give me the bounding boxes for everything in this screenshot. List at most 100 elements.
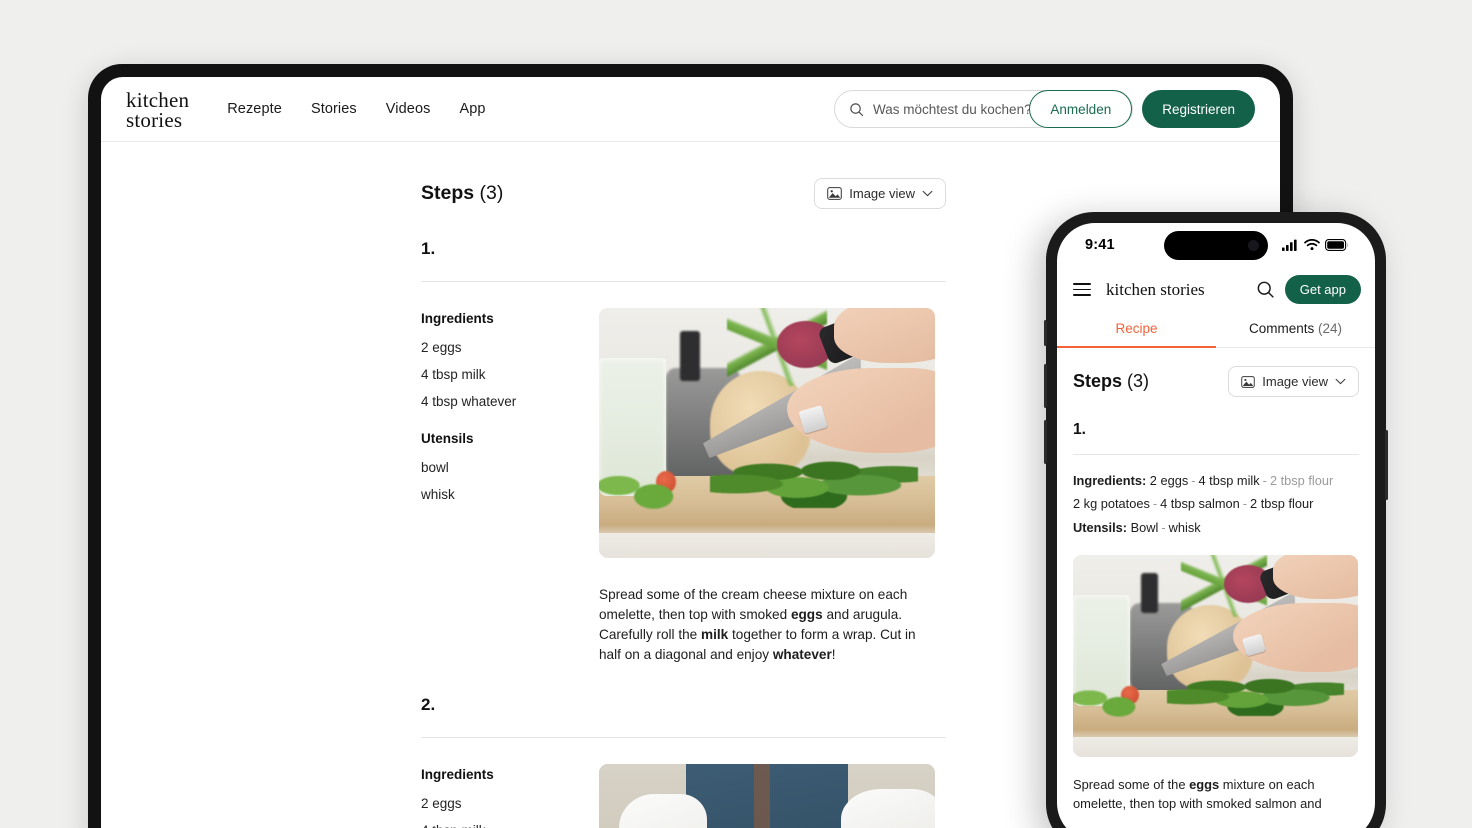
- steps-header: Steps (3) Image view: [421, 178, 946, 209]
- search-icon: [850, 102, 864, 116]
- phone-site-logo[interactable]: kitchen stories: [1106, 280, 1246, 300]
- sign-in-button[interactable]: Anmelden: [1029, 90, 1133, 128]
- utensil-item: bowl: [421, 460, 449, 475]
- phone-power-button[interactable]: [1385, 430, 1388, 500]
- hamburger-menu-icon[interactable]: [1073, 283, 1091, 296]
- tab-comments-count: (24): [1318, 321, 1343, 336]
- photo-artwork: [1073, 554, 1358, 757]
- nav-item-rezepte[interactable]: Rezepte: [227, 101, 282, 117]
- battery-icon: [1325, 239, 1349, 251]
- site-logo-line2: stories: [126, 108, 183, 132]
- ingredient-item: 4 tbsp whatever: [421, 394, 517, 409]
- phone-ingredients-label: Ingredients:: [1073, 473, 1147, 488]
- status-bar: 9:41: [1057, 223, 1375, 267]
- step-media-panel: Spread some of the cream cheese mixture …: [599, 308, 946, 665]
- image-view-dropdown[interactable]: Image view: [814, 178, 946, 209]
- phone-tabs: Recipe Comments (24): [1057, 312, 1375, 348]
- image-icon: [827, 187, 843, 200]
- step-1: 1. Ingredients 2 eggs 4 tbsp milk 4 tbsp…: [421, 239, 946, 665]
- ingredient-item: 4 tbsp milk: [421, 823, 569, 828]
- status-bar-icons: [1282, 239, 1349, 251]
- utensil-item: whisk: [421, 487, 455, 502]
- status-bar-clock: 9:41: [1085, 237, 1115, 253]
- step-photo[interactable]: [599, 764, 935, 828]
- phone-step-divider: [1073, 454, 1359, 455]
- search-icon[interactable]: [1256, 280, 1275, 299]
- step-photo[interactable]: [599, 308, 935, 558]
- step-ingredients-panel: Ingredients 2 eggs 4 tbsp milk 4 tbsp wh…: [421, 764, 569, 828]
- phone-ingredients-line-2: 2 kg potatoes -4 tbsp salmon -2 tbsp flour: [1073, 496, 1314, 512]
- site-logo-line1: kitchen: [126, 88, 190, 112]
- step-number: 2.: [421, 695, 436, 715]
- tab-recipe-label: Recipe: [1115, 321, 1158, 336]
- ingredients-heading: Ingredients: [421, 767, 494, 783]
- main-navigation: Rezepte Stories Videos App: [227, 101, 485, 117]
- phone-step-description: Spread some of the eggs mixture on each …: [1073, 775, 1359, 814]
- ingredient-item: 2 tbsp flour: [1250, 496, 1314, 512]
- step-text-bold: eggs: [790, 607, 823, 623]
- phone-content: Steps (3) Image view 1. Ingredients: 2 e…: [1057, 348, 1375, 814]
- ingredient-item: 4 tbsp milk: [421, 367, 486, 382]
- phone-volume-down-button[interactable]: [1044, 420, 1047, 464]
- nav-item-app[interactable]: App: [459, 101, 485, 117]
- step-text-bold: eggs: [1189, 776, 1220, 792]
- step-divider: [421, 281, 946, 282]
- wifi-icon: [1304, 239, 1320, 251]
- phone-volume-up-button[interactable]: [1044, 364, 1047, 408]
- phone-steps-heading: Steps (3): [1073, 371, 1149, 392]
- step-number: 1.: [421, 239, 436, 258]
- cellular-signal-icon: [1282, 239, 1297, 251]
- step-divider: [421, 737, 946, 739]
- ingredients-heading: Ingredients: [421, 311, 494, 326]
- header-actions: Anmelden Registrieren: [1029, 90, 1255, 128]
- tab-recipe[interactable]: Recipe: [1057, 312, 1216, 348]
- step-text-bold: milk: [701, 627, 729, 643]
- phone-steps-heading-count: (3): [1127, 371, 1150, 391]
- search-placeholder: Was möchtest du kochen?: [873, 101, 1032, 117]
- ingredient-item: 2 tbsp flour: [1269, 473, 1334, 488]
- photo-artwork: [599, 764, 935, 828]
- phone-steps-header: Steps (3) Image view: [1073, 366, 1359, 397]
- step-text-part: Spread some of the: [1073, 776, 1190, 792]
- phone-utensils-label: Utensils:: [1073, 519, 1128, 535]
- nav-item-videos[interactable]: Videos: [386, 101, 431, 117]
- phone-utensils-line: Utensils: Bowl - whisk: [1073, 519, 1201, 535]
- image-view-label: Image view: [849, 186, 915, 201]
- step-media-panel: [599, 764, 946, 828]
- phone-silent-switch[interactable]: [1044, 320, 1047, 346]
- front-camera-icon: [1248, 240, 1259, 251]
- chevron-down-icon: [1335, 378, 1346, 385]
- step-text-bold: whatever: [772, 647, 832, 663]
- get-app-button[interactable]: Get app: [1284, 275, 1361, 304]
- site-logo[interactable]: kitchen stories: [126, 88, 190, 132]
- phone-image-view-label: Image view: [1262, 374, 1328, 389]
- steps-heading-label: Steps: [421, 182, 475, 204]
- phone-device-frame: 9:41 kitchen stories Get app Recipe Comm…: [1044, 212, 1388, 828]
- ingredient-item: 2 eggs: [421, 796, 462, 812]
- utensil-item: Bowl: [1130, 519, 1159, 535]
- utensils-heading: Utensils: [421, 431, 474, 446]
- step-ingredients-panel: Ingredients 2 eggs 4 tbsp milk 4 tbsp wh…: [421, 308, 569, 665]
- phone-step-photo[interactable]: [1073, 554, 1358, 757]
- phone-image-view-dropdown[interactable]: Image view: [1228, 366, 1359, 397]
- register-button[interactable]: Registrieren: [1142, 90, 1255, 128]
- phone-screen: 9:41 kitchen stories Get app Recipe Comm…: [1057, 223, 1375, 828]
- phone-step-number: 1.: [1073, 421, 1086, 438]
- utensil-item: whisk: [1168, 519, 1201, 535]
- ingredient-item: 4 tbsp milk: [1198, 473, 1260, 488]
- ingredient-item: 2 eggs: [421, 340, 462, 355]
- step-description: Spread some of the cream cheese mixture …: [599, 585, 929, 665]
- phone-steps-heading-label: Steps: [1073, 371, 1123, 391]
- image-icon: [1241, 375, 1255, 388]
- recipe-steps-column: Steps (3) Image view 1. Ingredients 2 eg…: [421, 178, 946, 828]
- step-2: 2. Ingredients 2 eggs 4 tbsp milk 4 tbsp…: [421, 695, 946, 828]
- chevron-down-icon: [922, 190, 933, 197]
- phone-ingredients-line-1: Ingredients: 2 eggs -4 tbsp milk -2 tbsp f…: [1073, 473, 1334, 488]
- tab-comments-label: Comments: [1248, 321, 1318, 336]
- ingredient-item: 2 eggs: [1149, 473, 1189, 488]
- nav-item-stories[interactable]: Stories: [311, 101, 357, 117]
- tab-comments[interactable]: Comments (24): [1216, 312, 1375, 347]
- desktop-header: kitchen stories Rezepte Stories Videos A…: [101, 77, 1280, 142]
- phone-header: kitchen stories Get app: [1057, 267, 1375, 312]
